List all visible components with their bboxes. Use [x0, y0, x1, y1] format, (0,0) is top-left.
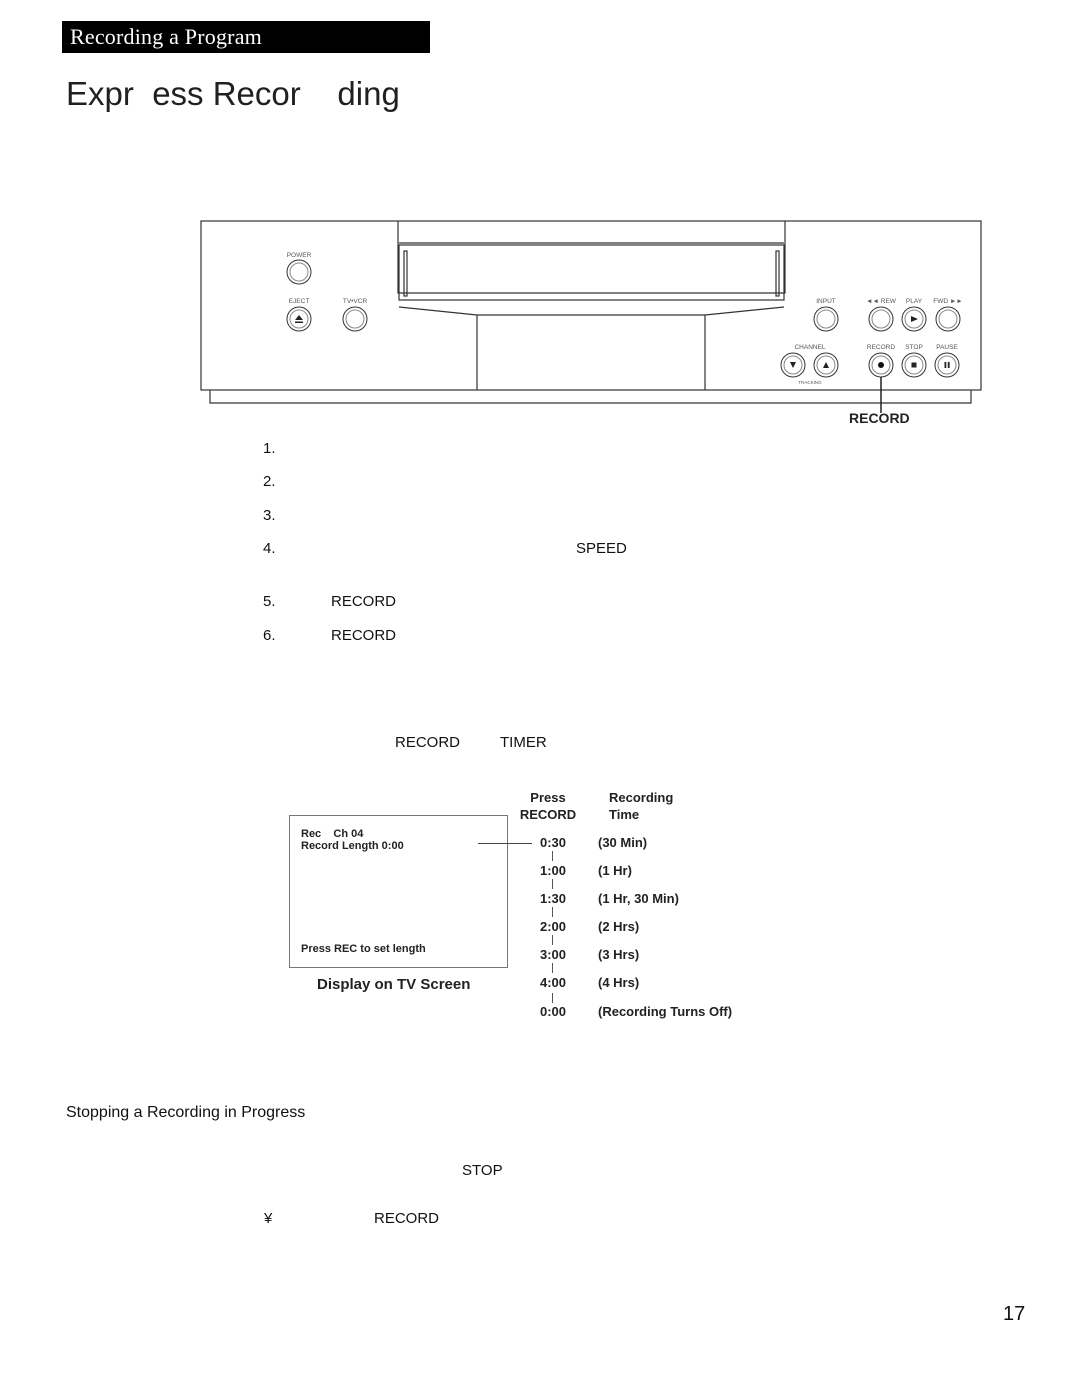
cassette-housing [397, 221, 786, 294]
stopping-section-heading: Stopping a Recording in Progress [66, 1104, 306, 1121]
power-label: POWER [287, 252, 312, 259]
triangle-up-icon [823, 362, 829, 368]
time-header-line2: Time [609, 807, 640, 822]
timeline-tick [552, 851, 553, 861]
tv-vcr-label: TV•VCR [343, 298, 368, 305]
stop-button[interactable]: STOP [901, 344, 927, 378]
step-5-keyword: RECORD [331, 593, 397, 610]
tv-rec-channel-line: Rec Ch 04 [301, 828, 364, 840]
bullet-symbol: ¥ [264, 1210, 273, 1227]
record-label: RECORD [867, 344, 895, 351]
tv-screen-caption: Display on TV Screen [317, 976, 471, 993]
channel-down-button[interactable] [780, 352, 806, 378]
note-keyword-timer: TIMER [500, 734, 547, 751]
tv-vcr-button[interactable]: TV•VCR [342, 298, 368, 332]
record-dot-icon [878, 362, 884, 368]
channel-label: CHANNEL [794, 344, 825, 351]
timeline-time-4: 2:00 [539, 919, 566, 934]
step-2-number: 2. [263, 473, 276, 490]
record-keyword: RECORD [374, 1210, 440, 1227]
vcr-body [200, 220, 982, 391]
press-header-line2: RECORD [519, 807, 577, 822]
timeline-desc-7: (Recording Turns Off) [598, 1004, 733, 1019]
vcr-front-panel-illustration: POWER EJECT TV•VCR INPUT ◄◄ REW PLAY FWD… [200, 220, 982, 413]
play-label: PLAY [906, 298, 923, 305]
pause-button[interactable]: PAUSE [934, 344, 960, 378]
section-label: Recording a Program [70, 24, 262, 49]
timeline-desc-6: (4 Hrs) [598, 975, 640, 990]
step-1-number: 1. [263, 440, 276, 457]
stop-square-icon [911, 362, 917, 368]
timeline-tick [552, 935, 553, 945]
timeline-desc-1: (30 Min) [598, 835, 648, 850]
connector-line [478, 843, 532, 844]
rew-label: ◄◄ REW [866, 298, 897, 305]
tv-screen-display: Rec Ch 04 Record Length 0:00 Press REC t… [289, 815, 508, 968]
page-title: Expr ess Recor ding [66, 75, 400, 112]
fwd-label: FWD ►► [933, 298, 962, 305]
play-button[interactable]: PLAY [901, 298, 927, 332]
step-3-number: 3. [263, 507, 276, 524]
eject-icon [295, 315, 303, 323]
timeline-time-2: 1:00 [539, 863, 566, 878]
pause-icon [944, 362, 950, 368]
stop-keyword: STOP [462, 1162, 503, 1179]
record-button[interactable]: RECORD [867, 344, 895, 378]
timeline-tick [552, 963, 553, 973]
fwd-button[interactable]: FWD ►► [933, 298, 963, 332]
step-5-number: 5. [263, 593, 276, 610]
input-button[interactable]: INPUT [813, 298, 839, 332]
power-button[interactable]: POWER [286, 252, 312, 285]
rew-button[interactable]: ◄◄ REW [866, 298, 897, 332]
recording-time-header: Recording Time [609, 789, 673, 823]
step-6-keyword: RECORD [331, 627, 397, 644]
play-icon [911, 316, 918, 322]
timeline-desc-5: (3 Hrs) [598, 947, 640, 962]
timeline-time-6: 4:00 [539, 975, 566, 990]
timeline-time-3: 1:30 [539, 891, 566, 906]
press-record-header: Press RECORD [517, 789, 579, 823]
triangle-down-icon [790, 362, 796, 368]
timeline-time-5: 3:00 [539, 947, 566, 962]
channel-up-button[interactable] [813, 352, 839, 378]
step-4-keyword: SPEED [576, 540, 627, 557]
timeline-tick [552, 907, 553, 917]
timeline-tick [552, 993, 553, 1003]
eject-button[interactable]: EJECT [286, 298, 312, 332]
step-6-number: 6. [263, 627, 276, 644]
time-header-line1: Recording [609, 790, 674, 805]
timeline-time-1: 0:30 [539, 835, 566, 850]
timeline-time-7: 0:00 [539, 1004, 566, 1019]
tv-record-length-line: Record Length 0:00 [301, 840, 404, 852]
record-callout-label: RECORD [849, 410, 910, 426]
stop-label: STOP [905, 344, 923, 351]
timeline-desc-2: (1 Hr) [598, 863, 632, 878]
eject-label: EJECT [289, 298, 310, 305]
pause-label: PAUSE [936, 344, 958, 351]
cassette-door [398, 244, 785, 301]
page-number: 17 [1003, 1303, 1026, 1325]
note-keyword-record: RECORD [395, 734, 461, 751]
step-4-number: 4. [263, 540, 276, 557]
input-label: INPUT [816, 298, 836, 305]
press-header-line1: Press [530, 790, 566, 805]
timeline-desc-4: (2 Hrs) [598, 919, 640, 934]
timeline-desc-3: (1 Hr, 30 Min) [598, 891, 679, 906]
timeline-tick [552, 879, 553, 889]
tv-footer-instruction: Press REC to set length [301, 943, 426, 955]
tracking-label: TRACKING [798, 380, 822, 385]
vcr-base [209, 390, 972, 404]
section-header-bar: Recording a Program [62, 21, 430, 53]
